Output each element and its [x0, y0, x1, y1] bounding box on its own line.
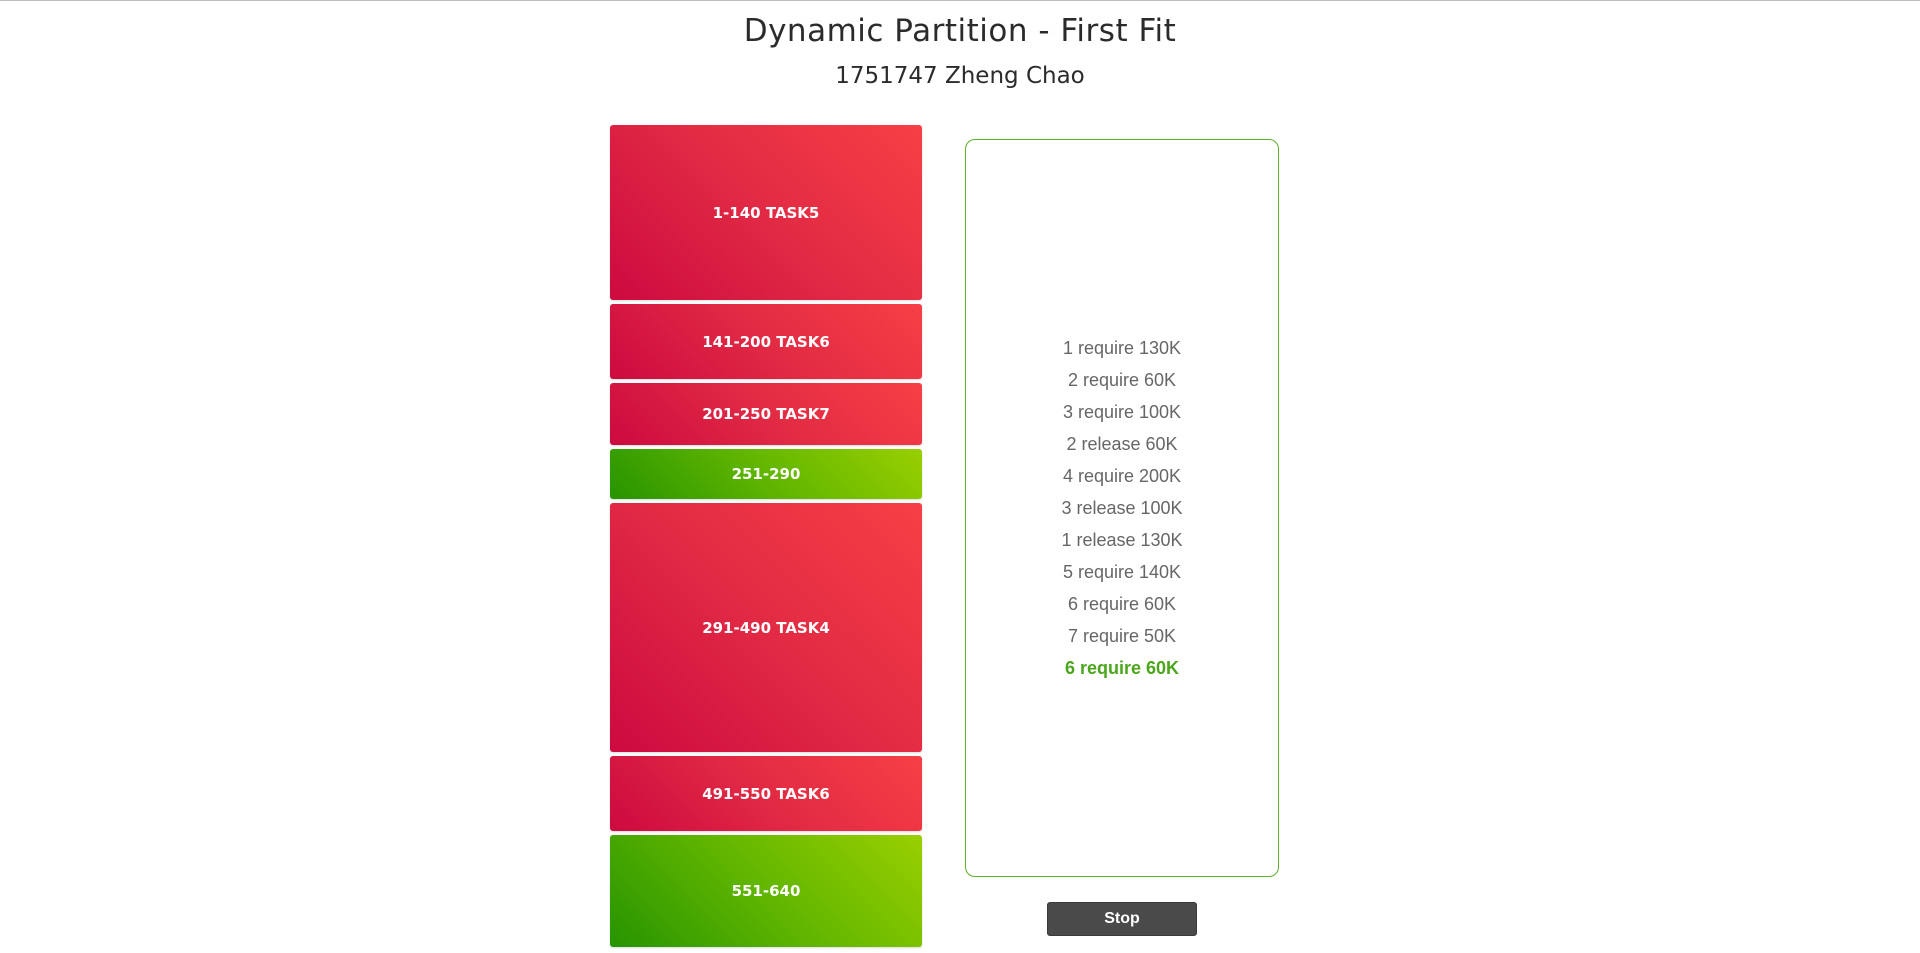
- log-entry: 1 release 130K: [1061, 530, 1183, 550]
- memory-block-used: 141-200 TASK6: [610, 304, 922, 379]
- log-entry: 2 release 60K: [1066, 434, 1178, 454]
- log-entry: 6 require 60K: [1067, 594, 1177, 614]
- memory-block-used: 1-140 TASK5: [610, 125, 922, 300]
- memory-block-used: 491-550 TASK6: [610, 756, 922, 831]
- log-entry: 3 release 100K: [1061, 498, 1183, 518]
- log-entry: 1 require 130K: [1062, 338, 1182, 358]
- memory-block-used: 201-250 TASK7: [610, 383, 922, 445]
- log-entry: 7 require 50K: [1067, 626, 1177, 646]
- memory-block-free: 551-640: [610, 835, 922, 947]
- log-entry: 3 require 100K: [1062, 402, 1182, 422]
- current-operation: 6 require 60K: [1064, 658, 1180, 678]
- memory-block-used: 291-490 TASK4: [610, 503, 922, 752]
- log-entry: 4 require 200K: [1062, 466, 1182, 486]
- stop-button[interactable]: Stop: [1047, 902, 1197, 936]
- log-entry: 2 require 60K: [1067, 370, 1177, 390]
- memory-block-free: 251-290: [610, 449, 922, 499]
- log-entry: 5 require 140K: [1062, 562, 1182, 582]
- operation-log-list: 1 require 130K 2 require 60K 3 require 100…: [1061, 332, 1182, 652]
- page-title: Dynamic Partition - First Fit: [743, 13, 1177, 49]
- page-subtitle: 1751747 Zheng Chao: [835, 63, 1085, 89]
- operation-log-panel: 1 require 130K 2 require 60K 3 require 100…: [965, 139, 1279, 877]
